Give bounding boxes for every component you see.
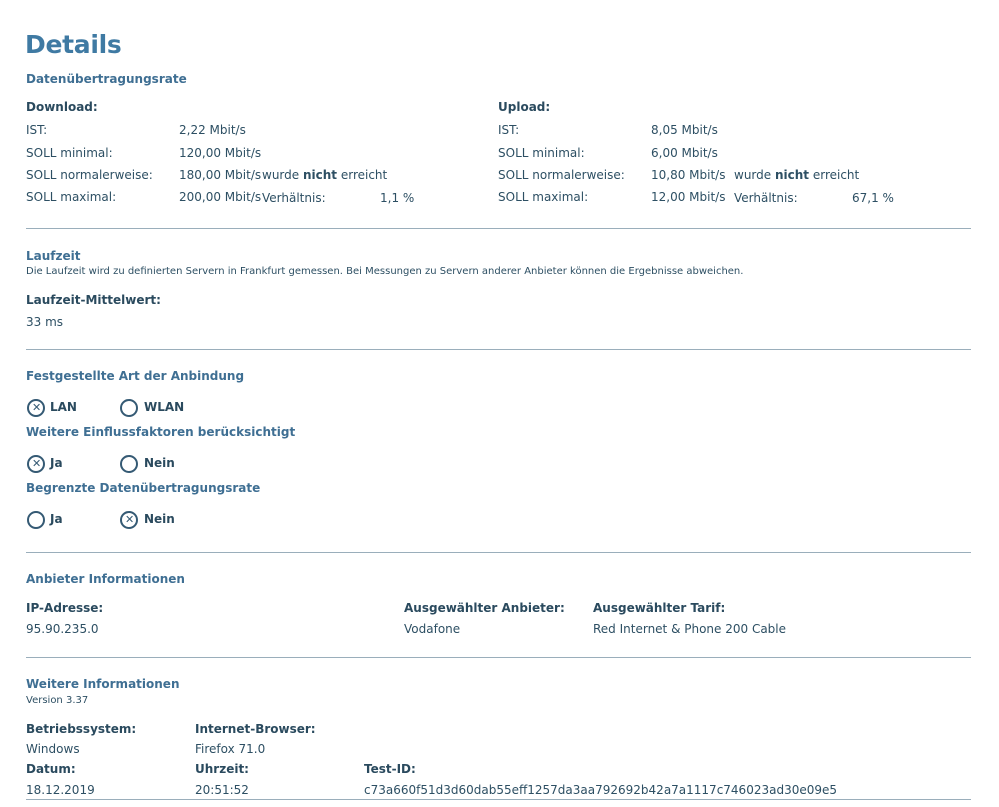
download-ist-label: IST: <box>26 123 48 137</box>
download-heading: Download: <box>26 100 98 114</box>
testid-value: c73a660f51d3d60dab55eff1257da3aa792692b4… <box>364 783 838 797</box>
radio-factors-yes-label: Ja <box>50 456 63 470</box>
radio-factors-no <box>120 455 138 473</box>
download-ratio-value: 1,1 % <box>380 191 415 205</box>
radio-factors-yes: ✕ <box>27 455 45 473</box>
tariff-value: Red Internet & Phone 200 Cable <box>593 622 787 636</box>
upload-ist-value: 8,05 Mbit/s <box>651 123 718 137</box>
provider-section-title: Anbieter Informationen <box>26 572 185 586</box>
latency-note: Die Laufzeit wird zu definierten Servern… <box>26 266 744 277</box>
latency-section-title: Laufzeit <box>26 249 81 263</box>
ip-value: 95.90.235.0 <box>26 622 99 636</box>
tariff-label: Ausgewählter Tarif: <box>593 601 726 615</box>
download-normal-value: 180,00 Mbit/s <box>179 168 262 182</box>
time-value: 20:51:52 <box>195 783 249 797</box>
latency-avg-value: 33 ms <box>26 315 64 329</box>
download-max-value: 200,00 Mbit/s <box>179 190 262 204</box>
radio-limited-no-label: Nein <box>144 512 175 526</box>
divider <box>26 228 971 229</box>
more-section-title: Weitere Informationen <box>26 677 180 691</box>
radio-lan-label: LAN <box>50 400 77 414</box>
radio-limited-yes-label: Ja <box>50 512 63 526</box>
upload-normal-label: SOLL normalerweise: <box>498 168 625 182</box>
rate-section-title: Datenübertragungsrate <box>26 72 187 86</box>
upload-reached-status: wurde nicht erreicht <box>734 168 860 182</box>
upload-heading: Upload: <box>498 100 551 114</box>
upload-min-label: SOLL minimal: <box>498 146 585 160</box>
download-reached-status: wurde nicht erreicht <box>262 168 388 182</box>
radio-wlan <box>120 399 138 417</box>
radio-wlan-label: WLAN <box>144 400 185 414</box>
upload-max-label: SOLL maximal: <box>498 190 589 204</box>
x-mark-icon: ✕ <box>32 457 42 470</box>
radio-limited-yes <box>27 511 45 529</box>
download-ratio-label: Verhältnis: <box>262 191 326 205</box>
upload-ratio-value: 67,1 % <box>852 191 894 205</box>
download-normal-label: SOLL normalerweise: <box>26 168 153 182</box>
x-mark-icon: ✕ <box>125 513 135 526</box>
radio-factors-no-label: Nein <box>144 456 175 470</box>
divider <box>26 657 971 658</box>
browser-label: Internet-Browser: <box>195 722 316 736</box>
upload-normal-value: 10,80 Mbit/s <box>651 168 726 182</box>
radio-lan: ✕ <box>27 399 45 417</box>
latency-avg-label: Laufzeit-Mittelwert: <box>26 293 161 307</box>
download-min-value: 120,00 Mbit/s <box>179 146 262 160</box>
factors-title: Weitere Einflussfaktoren berücksichtigt <box>26 425 296 439</box>
upload-ist-label: IST: <box>498 123 520 137</box>
divider <box>26 552 971 553</box>
date-value: 18.12.2019 <box>26 783 95 797</box>
testid-label: Test-ID: <box>364 762 416 776</box>
ip-label: IP-Adresse: <box>26 601 104 615</box>
page-title: Details <box>25 30 122 59</box>
download-ist-value: 2,22 Mbit/s <box>179 123 246 137</box>
time-label: Uhrzeit: <box>195 762 249 776</box>
upload-min-value: 6,00 Mbit/s <box>651 146 718 160</box>
os-value: Windows <box>26 742 80 756</box>
version-text: Version 3.37 <box>26 695 89 706</box>
limited-title: Begrenzte Datenübertragungsrate <box>26 481 261 495</box>
upload-max-value: 12,00 Mbit/s <box>651 190 726 204</box>
date-label: Datum: <box>26 762 76 776</box>
provider-value: Vodafone <box>404 622 461 636</box>
radio-limited-no: ✕ <box>120 511 138 529</box>
download-min-label: SOLL minimal: <box>26 146 113 160</box>
x-mark-icon: ✕ <box>32 401 42 414</box>
os-label: Betriebssystem: <box>26 722 137 736</box>
upload-ratio-label: Verhältnis: <box>734 191 798 205</box>
divider <box>26 799 971 800</box>
browser-value: Firefox 71.0 <box>195 742 266 756</box>
provider-label: Ausgewählter Anbieter: <box>404 601 565 615</box>
connection-type-title: Festgestellte Art der Anbindung <box>26 369 245 383</box>
divider <box>26 349 971 350</box>
download-max-label: SOLL maximal: <box>26 190 117 204</box>
